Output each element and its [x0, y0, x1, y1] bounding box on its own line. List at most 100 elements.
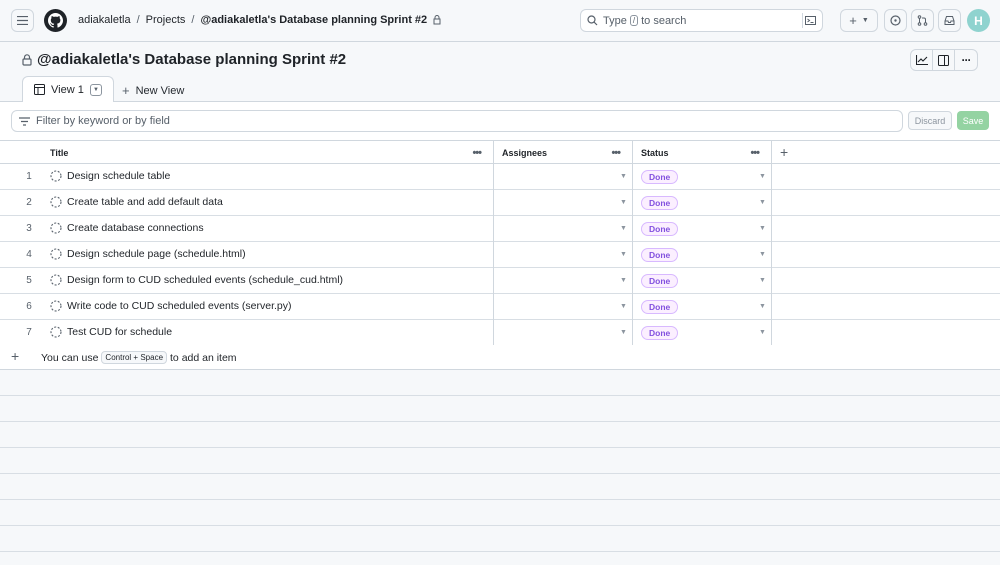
- table-row[interactable]: 1 Design schedule table ▼ Done ▼: [0, 164, 1000, 190]
- tab-view-1[interactable]: View 1 ▼: [22, 76, 114, 102]
- avatar[interactable]: H: [967, 9, 990, 32]
- more-options-button[interactable]: ···: [954, 49, 978, 71]
- pull-request-icon: [917, 15, 928, 26]
- title-cell: [0, 164, 494, 190]
- title-cell: [0, 268, 494, 294]
- assignees-cell[interactable]: [494, 242, 633, 268]
- breadcrumb-owner[interactable]: adiakaletla: [78, 14, 131, 26]
- table-row[interactable]: 7 Test CUD for schedule ▼ Done ▼: [0, 320, 1000, 346]
- inbox-icon: [944, 16, 955, 25]
- column-menu-icon[interactable]: •••: [472, 147, 482, 159]
- sidebar-icon: [938, 54, 949, 66]
- new-view-button[interactable]: + New View: [122, 83, 184, 98]
- breadcrumb: adiakaletla / Projects / @adiakaletla's …: [78, 14, 441, 26]
- table-row[interactable]: 2 Create table and add default data ▼ Do…: [0, 190, 1000, 216]
- view-tabs: View 1 ▼ + New View: [0, 76, 1000, 102]
- filter-input[interactable]: Filter by keyword or by field: [11, 110, 903, 132]
- caret-down-icon[interactable]: ▼: [759, 199, 766, 206]
- column-menu-icon[interactable]: •••: [611, 147, 621, 159]
- discard-button[interactable]: Discard: [908, 111, 952, 130]
- status-badge: Done: [641, 248, 679, 262]
- add-item-hint: You can use Control + Space to add an it…: [41, 351, 237, 364]
- caret-down-icon[interactable]: ▼: [620, 225, 627, 232]
- column-label: Title: [50, 147, 69, 158]
- breadcrumb-current[interactable]: @adiakaletla's Database planning Sprint …: [200, 14, 427, 26]
- caret-down-icon[interactable]: ▼: [759, 303, 766, 310]
- command-palette-icon[interactable]: [802, 13, 818, 28]
- menu-button[interactable]: [11, 9, 34, 32]
- table-row[interactable]: 4 Design schedule page (schedule.html) ▼…: [0, 242, 1000, 268]
- insights-button[interactable]: [910, 49, 933, 71]
- caret-down-icon[interactable]: ▼: [620, 329, 627, 336]
- save-button[interactable]: Save: [957, 111, 989, 130]
- caret-down-icon[interactable]: ▼: [620, 173, 627, 180]
- title-cell: [0, 190, 494, 216]
- filter-icon: [19, 116, 30, 126]
- caret-down-icon[interactable]: ▼: [759, 225, 766, 232]
- pull-requests-button[interactable]: [911, 9, 934, 32]
- caret-down-icon[interactable]: ▼: [759, 251, 766, 258]
- plus-icon[interactable]: +: [11, 348, 19, 364]
- caret-down-icon[interactable]: ▼: [759, 329, 766, 336]
- divider: [0, 473, 1000, 474]
- title-cell: [0, 242, 494, 268]
- assignees-cell[interactable]: [494, 190, 633, 216]
- view-options-dropdown[interactable]: ▼: [90, 84, 102, 96]
- column-label: Status: [641, 147, 669, 158]
- avatar-initial: H: [974, 13, 983, 28]
- table-header: Title ••• Assignees ••• Status ••• +: [0, 140, 1000, 164]
- plus-icon: +: [780, 144, 789, 160]
- caret-down-icon: ▼: [861, 17, 869, 24]
- assignees-cell[interactable]: [494, 294, 633, 320]
- keyboard-shortcut: Control + Space: [101, 351, 168, 364]
- caret-down-icon[interactable]: ▼: [620, 251, 627, 258]
- side-panel-button[interactable]: [932, 49, 955, 71]
- caret-down-icon[interactable]: ▼: [759, 277, 766, 284]
- title-cell: [0, 216, 494, 242]
- column-header-status[interactable]: Status •••: [633, 141, 772, 164]
- table-row[interactable]: 6 Write code to CUD scheduled events (se…: [0, 294, 1000, 320]
- column-menu-icon[interactable]: •••: [750, 147, 760, 159]
- column-header-assignees[interactable]: Assignees •••: [494, 141, 633, 164]
- add-field-button[interactable]: +: [780, 144, 788, 160]
- table-row[interactable]: 5 Design form to CUD scheduled events (s…: [0, 268, 1000, 294]
- add-item-suffix: to add an item: [170, 351, 237, 364]
- column-header-title[interactable]: Title •••: [42, 141, 494, 164]
- divider: [0, 447, 1000, 448]
- status-badge: Done: [641, 274, 679, 288]
- divider: [0, 499, 1000, 500]
- plus-icon: +: [122, 83, 130, 98]
- caret-down-icon[interactable]: ▼: [620, 277, 627, 284]
- status-badge: Done: [641, 196, 679, 210]
- divider: [0, 551, 1000, 552]
- caret-down-icon[interactable]: ▼: [620, 303, 627, 310]
- page-title: @adiakaletla's Database planning Sprint …: [22, 51, 346, 68]
- assignees-cell[interactable]: [494, 320, 633, 346]
- caret-down-icon[interactable]: ▼: [759, 173, 766, 180]
- assignees-cell[interactable]: [494, 268, 633, 294]
- assignees-cell[interactable]: [494, 164, 633, 190]
- kebab-horizontal-icon: ···: [961, 53, 972, 67]
- hamburger-icon: [17, 16, 28, 25]
- assignees-cell[interactable]: [494, 216, 633, 242]
- github-logo-icon[interactable]: [44, 9, 67, 32]
- breadcrumb-separator: /: [136, 14, 140, 26]
- title-cell: [0, 294, 494, 320]
- chart-icon: [915, 55, 928, 65]
- search-icon: [587, 15, 598, 26]
- create-new-button[interactable]: + ▼: [840, 9, 878, 32]
- inbox-button[interactable]: [938, 9, 961, 32]
- table-row[interactable]: 3 Create database connections ▼ Done ▼: [0, 216, 1000, 242]
- column-label: Assignees: [502, 147, 548, 158]
- filter-bar: Filter by keyword or by field Discard Sa…: [0, 102, 1000, 140]
- add-item-row[interactable]: + You can use Control + Space to add an …: [0, 345, 1000, 370]
- issues-button[interactable]: [884, 9, 907, 32]
- status-badge: Done: [641, 326, 679, 340]
- octocat-icon: [48, 13, 63, 28]
- divider: [0, 395, 1000, 396]
- status-badge: Done: [641, 222, 679, 236]
- breadcrumb-projects[interactable]: Projects: [146, 14, 186, 26]
- top-navigation: adiakaletla / Projects / @adiakaletla's …: [0, 0, 1000, 42]
- search-input[interactable]: Type / to search: [580, 9, 823, 32]
- caret-down-icon[interactable]: ▼: [620, 199, 627, 206]
